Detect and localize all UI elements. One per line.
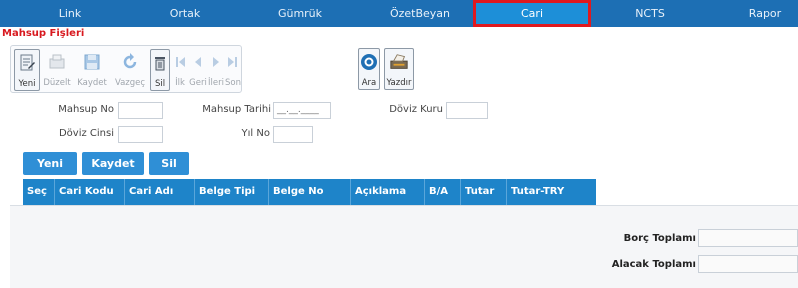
top-nav: Link Ortak Gümrük ÖzetBeyan Cari NCTS Ra…: [0, 0, 798, 27]
grid-header: Seç Cari Kodu Cari Adı Belge Tipi Belge …: [23, 179, 596, 205]
borc-toplami-label: Borç Toplamı: [623, 233, 696, 244]
prev-button-label: Geri: [189, 78, 207, 88]
alacak-toplami-label: Alacak Toplamı: [611, 259, 696, 270]
last-button-label: Son: [225, 78, 241, 88]
borc-toplami-input: [698, 229, 798, 247]
next-button[interactable]: İleri: [208, 46, 224, 94]
doviz-cinsi-label: Döviz Cinsi: [58, 128, 114, 139]
search-button[interactable]: Ara: [358, 48, 380, 90]
column-header-tutar-try[interactable]: Tutar-TRY: [507, 179, 596, 205]
edit-button-label: Düzelt: [43, 78, 71, 88]
column-header-sec[interactable]: Seç: [23, 179, 55, 205]
delete-button-label: Sil: [154, 79, 166, 89]
nav-item-ozetbeyan[interactable]: ÖzetBeyan: [370, 0, 470, 27]
column-header-ba[interactable]: B/A: [425, 179, 461, 205]
alacak-toplami-input: [698, 255, 798, 273]
edit-button[interactable]: Düzelt: [43, 46, 71, 94]
mahsup-no-input[interactable]: [118, 102, 163, 119]
edit-icon: [47, 51, 67, 73]
last-record-icon: [223, 51, 243, 73]
nav-item-cari[interactable]: Cari: [473, 0, 591, 27]
column-header-belge-no[interactable]: Belge No: [269, 179, 351, 205]
prev-record-icon: [188, 51, 208, 73]
yil-no-label: Yıl No: [241, 128, 270, 139]
page-title: Mahsup Fişleri: [2, 28, 85, 39]
save-row-button[interactable]: Kaydet: [82, 152, 144, 175]
doviz-kuru-label: Döviz Kuru: [389, 104, 443, 115]
undo-icon: [120, 51, 140, 73]
last-button[interactable]: Son: [225, 46, 241, 94]
grid-body[interactable]: [10, 205, 798, 288]
save-button[interactable]: Kaydet: [74, 46, 110, 94]
cancel-button-label: Vazgeç: [114, 78, 146, 88]
column-header-tutar[interactable]: Tutar: [461, 179, 507, 205]
yil-no-input[interactable]: [273, 126, 313, 143]
first-record-icon: [170, 51, 190, 73]
delete-row-button[interactable]: Sil: [149, 152, 189, 175]
cancel-button[interactable]: Vazgeç: [113, 46, 147, 94]
toolbar: Yeni Düzelt Kaydet Vazgeç Sil İlk Geri İ…: [10, 45, 242, 93]
search-icon: [359, 51, 379, 73]
doviz-kuru-input[interactable]: [446, 102, 488, 119]
nav-item-rapor[interactable]: Rapor: [735, 0, 795, 27]
nav-item-ortak[interactable]: Ortak: [150, 0, 220, 27]
save-button-label: Kaydet: [77, 78, 107, 88]
doviz-cinsi-input[interactable]: [118, 126, 163, 143]
mahsup-tarihi-input[interactable]: __.__.____: [273, 102, 331, 119]
print-button-label: Yazdır: [386, 78, 412, 88]
first-button[interactable]: İlk: [172, 46, 188, 94]
trash-icon: [150, 52, 170, 74]
first-button-label: İlk: [175, 78, 185, 88]
new-button[interactable]: Yeni: [14, 49, 40, 91]
column-header-cari-kodu[interactable]: Cari Kodu: [55, 179, 125, 205]
delete-button[interactable]: Sil: [150, 49, 170, 91]
column-header-cari-adi[interactable]: Cari Adı: [125, 179, 195, 205]
nav-item-ncts[interactable]: NCTS: [615, 0, 685, 27]
print-button[interactable]: Yazdır: [384, 48, 414, 90]
nav-item-link[interactable]: Link: [40, 0, 100, 27]
new-row-button[interactable]: Yeni: [23, 152, 77, 175]
search-button-label: Ara: [361, 78, 377, 88]
mahsup-no-label: Mahsup No: [58, 104, 114, 115]
column-header-aciklama[interactable]: Açıklama: [351, 179, 425, 205]
new-document-icon: [17, 52, 37, 74]
column-header-belge-tipi[interactable]: Belge Tipi: [195, 179, 269, 205]
mahsup-tarihi-label: Mahsup Tarihi: [202, 104, 271, 115]
nav-item-gumruk[interactable]: Gümrük: [260, 0, 340, 27]
next-button-label: İleri: [208, 78, 224, 88]
prev-button[interactable]: Geri: [189, 46, 207, 94]
save-icon: [82, 51, 102, 73]
printer-icon: [389, 51, 409, 73]
new-button-label: Yeni: [18, 79, 36, 89]
